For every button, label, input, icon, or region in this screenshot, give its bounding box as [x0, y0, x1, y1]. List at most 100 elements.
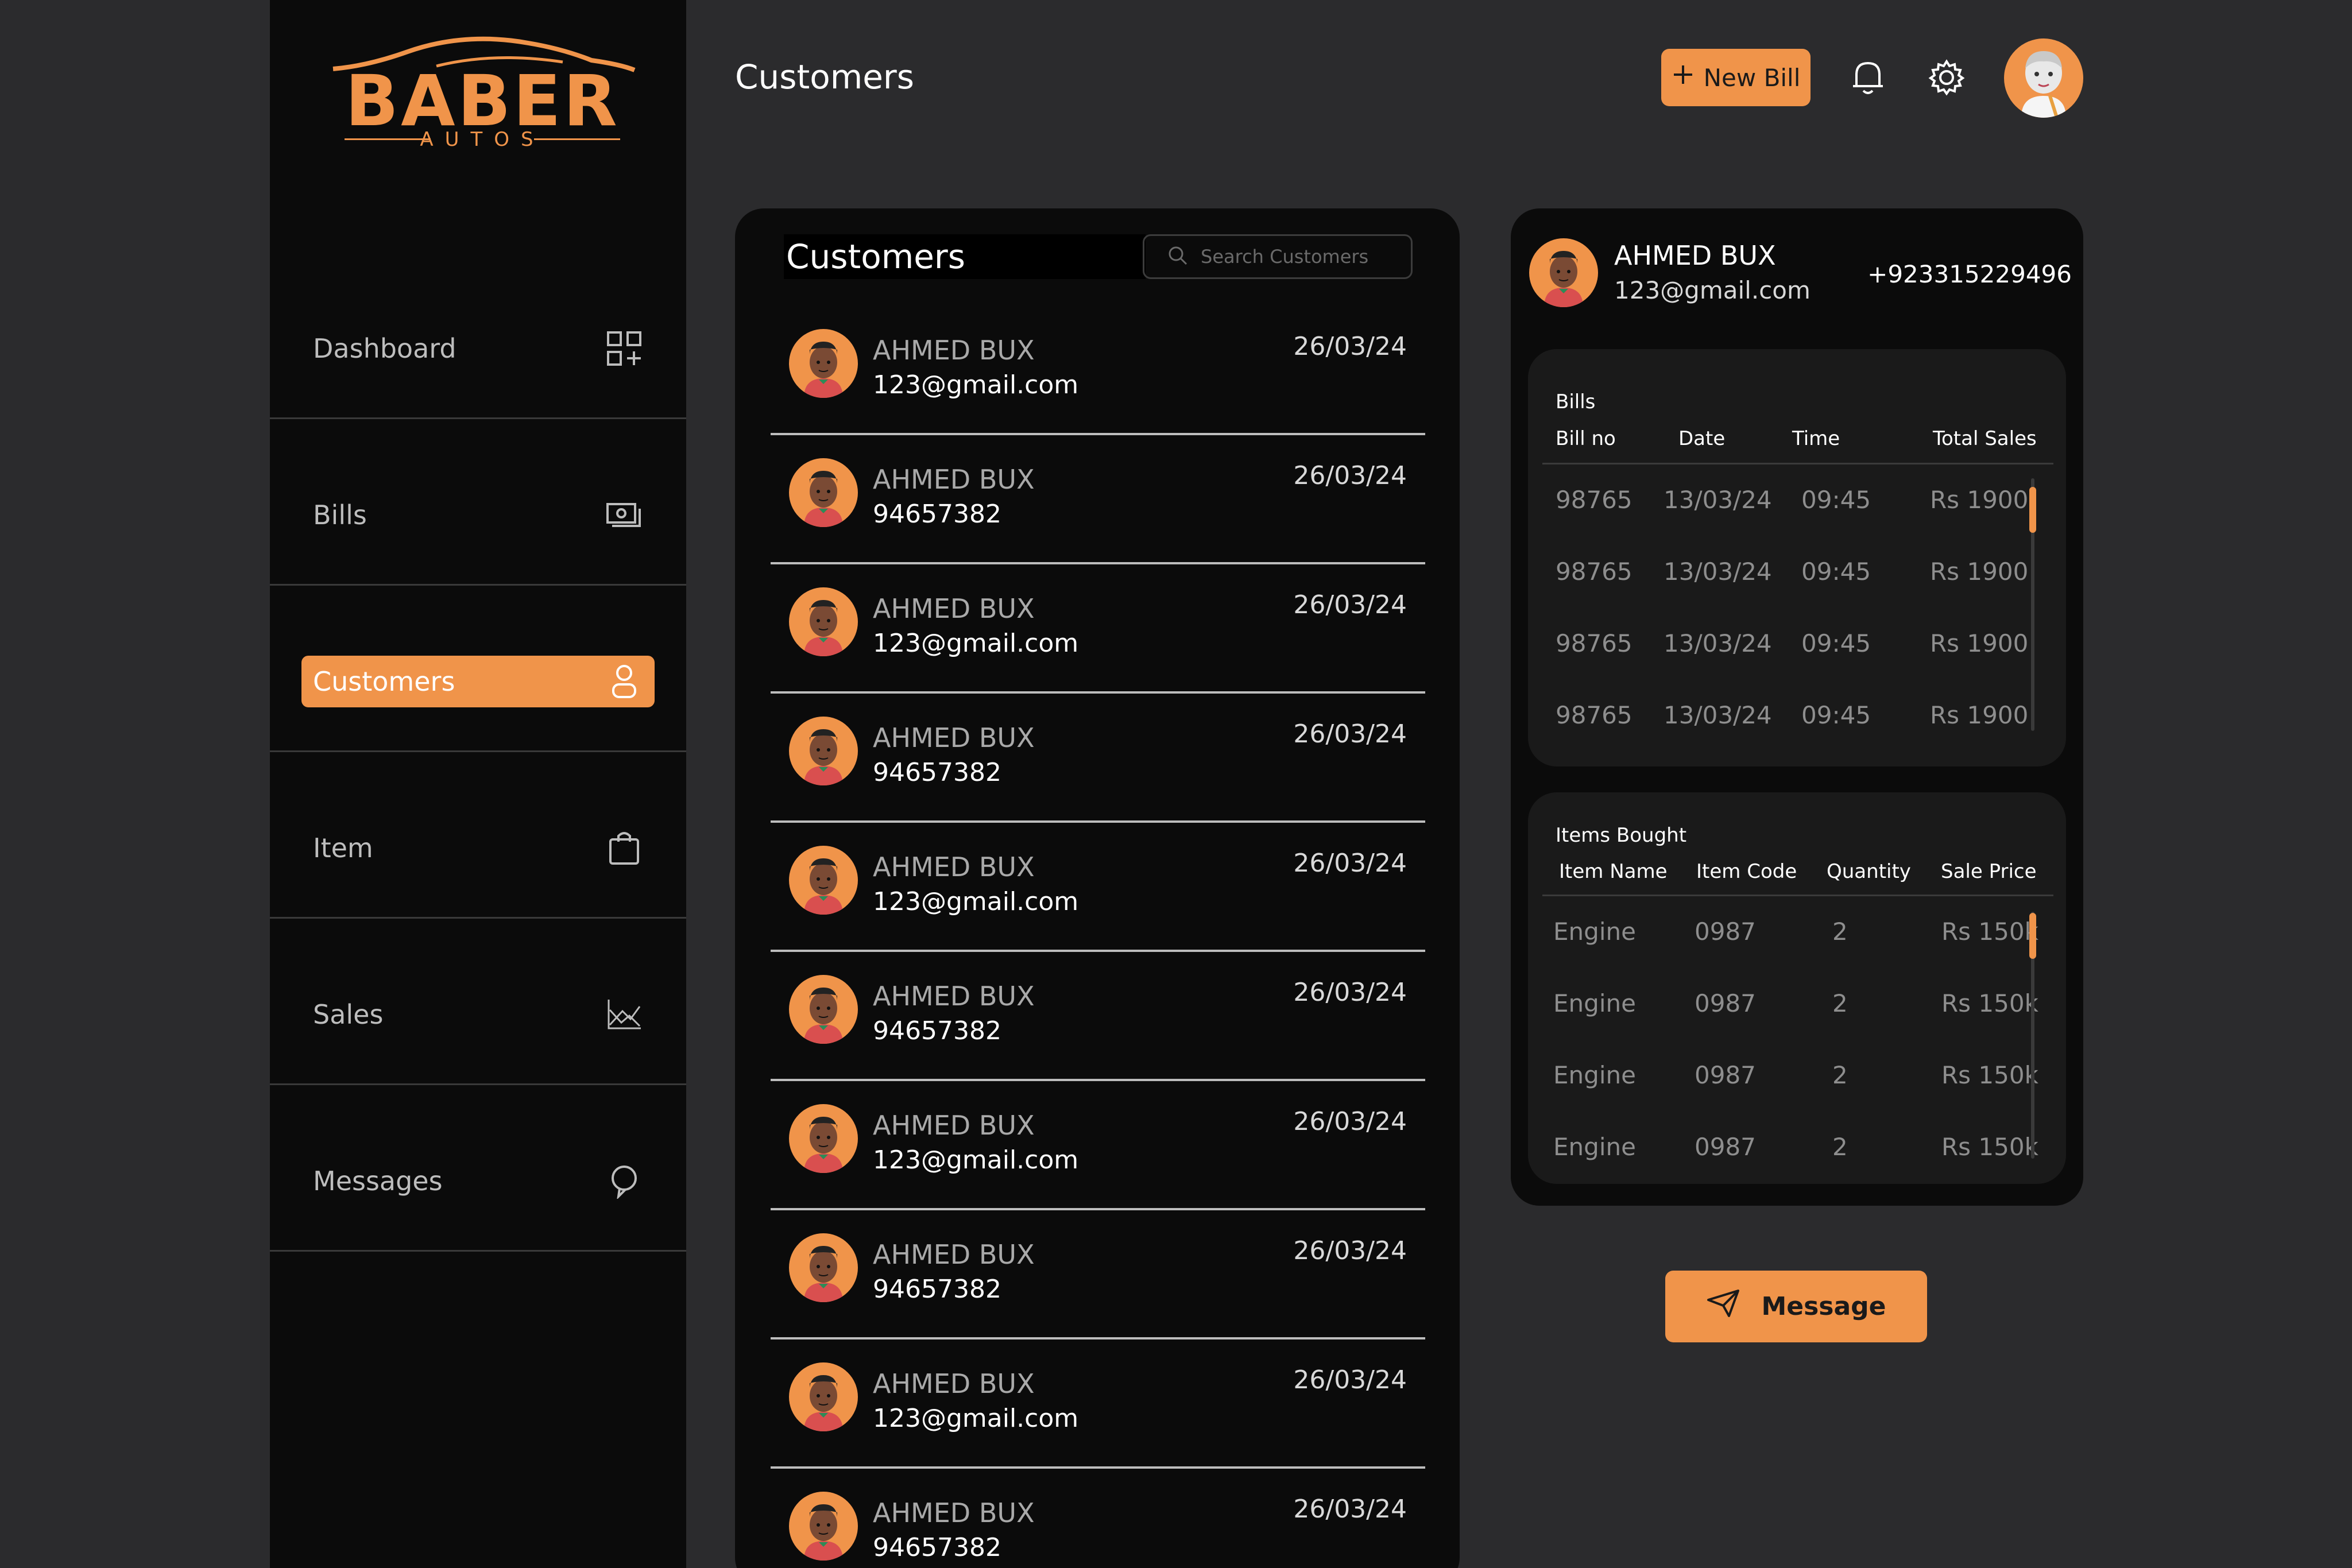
customer-contact: 123@gmail.com [873, 629, 1079, 658]
new-bill-button[interactable]: New Bill [1661, 49, 1811, 106]
bills-scroll-thumb[interactable] [2029, 487, 2036, 533]
dashboard-grid-icon [605, 330, 643, 367]
customer-date: 26/03/24 [1293, 1495, 1407, 1524]
bills-header-date: Date [1678, 427, 1726, 450]
brand-logo[interactable]: BABER AUTOS [310, 34, 655, 155]
customer-date: 26/03/24 [1293, 590, 1407, 620]
bills-table-cell: 98765 [1556, 486, 1633, 514]
message-label: Message [1761, 1292, 1886, 1321]
bills-table-cell: Rs 1900 [1930, 629, 2029, 657]
customer-contact: 94657382 [873, 1275, 1001, 1304]
customer-avatar [789, 329, 858, 398]
items-table-cell: Rs 150k [1941, 1061, 2038, 1089]
customer-date: 26/03/24 [1293, 978, 1407, 1007]
customer-contact: 123@gmail.com [873, 370, 1079, 400]
items-table-cell: 0987 [1695, 989, 1756, 1017]
customer-avatar [789, 1104, 858, 1173]
bell-icon[interactable] [1848, 57, 1888, 98]
customer-avatar [789, 1492, 858, 1561]
customer-list-item[interactable]: AHMED BUX 123@gmail.com 26/03/24 [771, 823, 1425, 952]
message-button[interactable]: Message [1665, 1271, 1927, 1342]
search-icon [1167, 245, 1188, 268]
brand-name: BABER [345, 60, 620, 142]
gear-icon[interactable] [1927, 57, 1967, 98]
bills-table-cell: 98765 [1556, 557, 1633, 586]
sidebar-item-label: Sales [313, 999, 384, 1030]
bills-table-cell: 98765 [1556, 629, 1633, 657]
chart-icon [605, 996, 643, 1033]
items-header-quantity: Quantity [1827, 860, 1911, 883]
customer-date: 26/03/24 [1293, 461, 1407, 490]
items-table-cell: 0987 [1695, 917, 1756, 946]
items-header-item-code: Item Code [1696, 860, 1797, 883]
customer-date: 26/03/24 [1293, 1365, 1407, 1395]
sidebar-item-label: Messages [313, 1166, 443, 1197]
bills-table-cell: 09:45 [1801, 486, 1871, 514]
customer-list-item[interactable]: AHMED BUX 94657382 26/03/24 [771, 435, 1425, 564]
bills-table-cell: 13/03/24 [1664, 557, 1772, 586]
customer-date: 26/03/24 [1293, 1107, 1407, 1136]
items-table-cell: Engine [1553, 917, 1636, 946]
customer-list-item[interactable]: AHMED BUX 123@gmail.com 26/03/24 [771, 306, 1425, 435]
plus-icon [1672, 63, 1695, 92]
customer-contact: 94657382 [873, 758, 1001, 787]
bills-header-divider [1542, 463, 2053, 464]
items-table-cell: Engine [1553, 1133, 1636, 1161]
items-bought-card: Items Bought Item Name Item Code Quantit… [1528, 792, 2066, 1184]
new-bill-label: New Bill [1703, 63, 1801, 92]
sidebar-item-bills[interactable]: Bills [270, 419, 686, 586]
customer-list-item[interactable]: AHMED BUX 123@gmail.com 26/03/24 [771, 1339, 1425, 1469]
items-header-sale-price: Sale Price [1941, 860, 2037, 883]
customer-list-item[interactable]: AHMED BUX 94657382 26/03/24 [771, 694, 1425, 823]
items-table-cell: 2 [1832, 1133, 1848, 1161]
customer-date: 26/03/24 [1293, 1236, 1407, 1265]
customer-avatar [789, 587, 858, 656]
customers-list-panel: Customers AHMED BUX 123@gmail.com 26/03/24… [735, 208, 1460, 1568]
customer-list-item[interactable]: AHMED BUX 94657382 26/03/24 [771, 1210, 1425, 1339]
bills-table-cell: 09:45 [1801, 701, 1871, 729]
sidebar-item-sales[interactable]: Sales [270, 919, 686, 1085]
customer-detail-panel: AHMED BUX 123@gmail.com +923315229496 Bi… [1511, 208, 2083, 1206]
customers-list-header: Customers [784, 234, 1146, 279]
search-box[interactable] [1143, 234, 1413, 279]
customer-list-item[interactable]: AHMED BUX 94657382 26/03/24 [771, 1469, 1425, 1568]
sidebar-item-customers[interactable]: Customers [270, 586, 686, 752]
customer-avatar [789, 458, 858, 527]
customer-list-item[interactable]: AHMED BUX 123@gmail.com 26/03/24 [771, 564, 1425, 694]
items-table-cell: 2 [1832, 917, 1848, 946]
sidebar-item-item[interactable]: Item [270, 752, 686, 919]
items-table-cell: Engine [1553, 989, 1636, 1017]
bills-table-cell: 09:45 [1801, 629, 1871, 657]
customer-contact: 94657382 [873, 1533, 1001, 1562]
items-table-cell: Rs 150k [1941, 1133, 2038, 1161]
bills-header-total-sales: Total Sales [1933, 427, 2037, 450]
customer-name: AHMED BUX [873, 593, 1035, 624]
items-table-cell: Engine [1553, 1061, 1636, 1089]
customer-list-item[interactable]: AHMED BUX 94657382 26/03/24 [771, 952, 1425, 1081]
bills-header-time: Time [1792, 427, 1840, 450]
sidebar-item-dashboard[interactable]: Dashboard [270, 253, 686, 419]
logo-line-right [534, 138, 620, 140]
customer-name: AHMED BUX [873, 464, 1035, 495]
bills-table-cell: Rs 1900 [1930, 557, 2029, 586]
bills-card: Bills Bill no Date Time Total Sales 9876… [1528, 349, 2066, 766]
customer-email: 123@gmail.com [1614, 276, 1811, 304]
items-scroll-thumb[interactable] [2029, 913, 2036, 959]
search-input[interactable] [1201, 246, 1407, 268]
money-bill-icon [605, 496, 643, 534]
customer-name: AHMED BUX [873, 1110, 1035, 1141]
items-table-cell: 0987 [1695, 1133, 1756, 1161]
customer-contact: 94657382 [873, 500, 1001, 529]
customer-contact: 123@gmail.com [873, 1145, 1079, 1175]
sidebar: BABER AUTOS Dashboard Bills Customers It… [270, 0, 686, 1568]
customer-name: AHMED BUX [873, 335, 1035, 366]
sidebar-item-messages[interactable]: Messages [270, 1085, 686, 1252]
customer-name: AHMED BUX [873, 981, 1035, 1012]
avatar[interactable] [2004, 38, 2083, 118]
customer-list-item[interactable]: AHMED BUX 123@gmail.com 26/03/24 [771, 1081, 1425, 1210]
customer-contact: 94657382 [873, 1016, 1001, 1046]
items-table-cell: Rs 150k [1941, 989, 2038, 1017]
customer-date: 26/03/24 [1293, 719, 1407, 749]
customer-date: 26/03/24 [1293, 332, 1407, 361]
chat-bubble-icon [605, 1162, 643, 1200]
